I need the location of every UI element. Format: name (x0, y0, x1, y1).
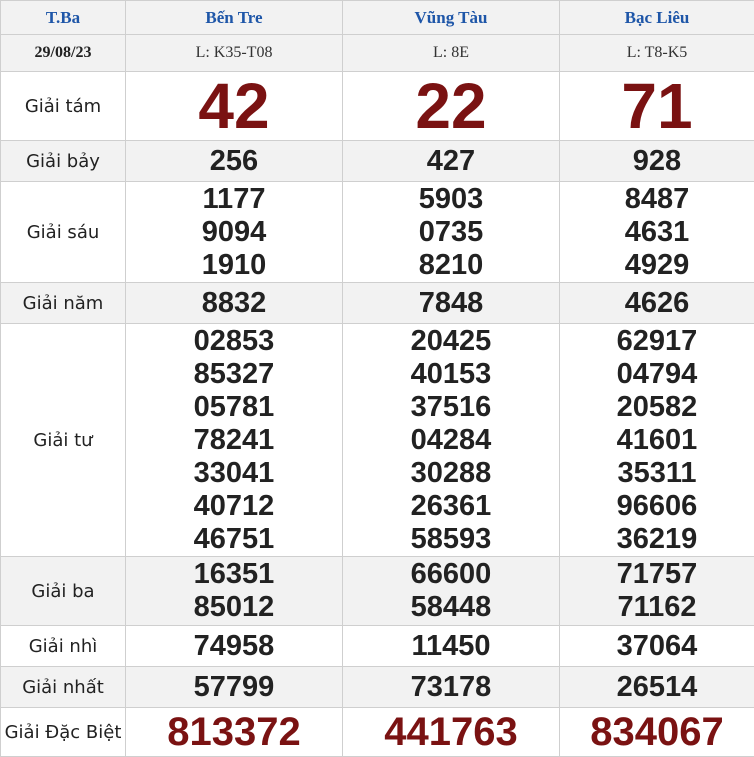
prize-number: 71757 (560, 558, 754, 591)
prize-number: 16351 (126, 558, 342, 591)
prize-label: Giải bảy (1, 141, 126, 182)
prize-number: 85012 (126, 591, 342, 624)
prize-number: 62917 (560, 325, 754, 358)
special-prize-number: 834067 (560, 709, 754, 755)
prize-number: 0735 (343, 216, 559, 249)
prize-number: 78241 (126, 424, 342, 457)
prize-number: 22 (343, 72, 559, 140)
prize-number: 04794 (560, 358, 754, 391)
prize-number: 02853 (126, 325, 342, 358)
prize-row-g3: Giải ba 16351 85012 66600 58448 71757 71… (1, 557, 754, 626)
prize-row-g5: Giải năm 8832 7848 4626 (1, 283, 754, 324)
prize-number: 40153 (343, 358, 559, 391)
prize-number: 26514 (560, 671, 754, 704)
prize-label: Giải nhất (1, 667, 126, 708)
prize-label: Giải tám (1, 72, 126, 141)
prize-number: 8487 (560, 183, 754, 216)
prize-number: 30288 (343, 457, 559, 490)
prize-number: 26361 (343, 490, 559, 523)
province-vung-tau[interactable]: Vũng Tàu (343, 1, 560, 35)
prize-number: 85327 (126, 358, 342, 391)
prize-number: 8210 (343, 249, 559, 282)
prize-number: 37516 (343, 391, 559, 424)
prize-number: 37064 (560, 630, 754, 663)
prize-row-g1: Giải nhất 57799 73178 26514 (1, 667, 754, 708)
prize-number: 20582 (560, 391, 754, 424)
prize-row-g8: Giải tám 42 22 71 (1, 72, 754, 141)
prize-number: 36219 (560, 523, 754, 556)
prize-number: 427 (343, 145, 559, 178)
prize-number: 73178 (343, 671, 559, 704)
prize-number: 1177 (126, 183, 342, 216)
prize-number: 71 (560, 72, 754, 140)
prize-label: Giải Đặc Biệt (1, 708, 126, 757)
prize-label: Giải ba (1, 557, 126, 626)
prize-number: 46751 (126, 523, 342, 556)
prize-row-g7: Giải bảy 256 427 928 (1, 141, 754, 182)
prize-row-g6: Giải sáu 1177 9094 1910 5903 0735 8210 8… (1, 182, 754, 283)
prize-number: 4631 (560, 216, 754, 249)
lottery-results-table: T.Ba Bến Tre Vũng Tàu Bạc Liêu 29/08/23 … (0, 0, 754, 757)
header-row: T.Ba Bến Tre Vũng Tàu Bạc Liêu (1, 1, 754, 35)
prize-number: 42 (126, 72, 342, 140)
prize-number: 20425 (343, 325, 559, 358)
prize-number: 4929 (560, 249, 754, 282)
province-ben-tre[interactable]: Bến Tre (126, 1, 343, 35)
prize-label: Giải tư (1, 324, 126, 557)
prize-number: 66600 (343, 558, 559, 591)
prize-number: 4626 (560, 287, 754, 320)
prize-number: 57799 (126, 671, 342, 704)
prize-number: 96606 (560, 490, 754, 523)
special-prize-number: 813372 (126, 709, 342, 755)
prize-number: 33041 (126, 457, 342, 490)
ticket-code-vung-tau: L: 8E (343, 35, 560, 72)
prize-number: 05781 (126, 391, 342, 424)
prize-number: 35311 (560, 457, 754, 490)
prize-number: 8832 (126, 287, 342, 320)
prize-number: 74958 (126, 630, 342, 663)
ticket-code-ben-tre: L: K35-T08 (126, 35, 343, 72)
prize-number: 04284 (343, 424, 559, 457)
prize-number: 9094 (126, 216, 342, 249)
prize-number: 256 (126, 145, 342, 178)
prize-number: 11450 (343, 630, 559, 663)
prize-number: 928 (560, 145, 754, 178)
prize-label: Giải sáu (1, 182, 126, 283)
draw-date: 29/08/23 (1, 35, 126, 72)
special-prize-number: 441763 (343, 709, 559, 755)
prize-label: Giải năm (1, 283, 126, 324)
prize-number: 5903 (343, 183, 559, 216)
prize-number: 40712 (126, 490, 342, 523)
ticket-code-bac-lieu: L: T8-K5 (560, 35, 754, 72)
prize-number: 7848 (343, 287, 559, 320)
prize-row-g2: Giải nhì 74958 11450 37064 (1, 626, 754, 667)
prize-number: 1910 (126, 249, 342, 282)
prize-number: 58448 (343, 591, 559, 624)
prize-label: Giải nhì (1, 626, 126, 667)
subheader-row: 29/08/23 L: K35-T08 L: 8E L: T8-K5 (1, 35, 754, 72)
prize-number: 58593 (343, 523, 559, 556)
prize-number: 71162 (560, 591, 754, 624)
prize-number: 41601 (560, 424, 754, 457)
day-label: T.Ba (1, 1, 126, 35)
province-bac-lieu[interactable]: Bạc Liêu (560, 1, 754, 35)
prize-row-special: Giải Đặc Biệt 813372 441763 834067 (1, 708, 754, 757)
prize-row-g4: Giải tư 02853 85327 05781 78241 33041 40… (1, 324, 754, 557)
